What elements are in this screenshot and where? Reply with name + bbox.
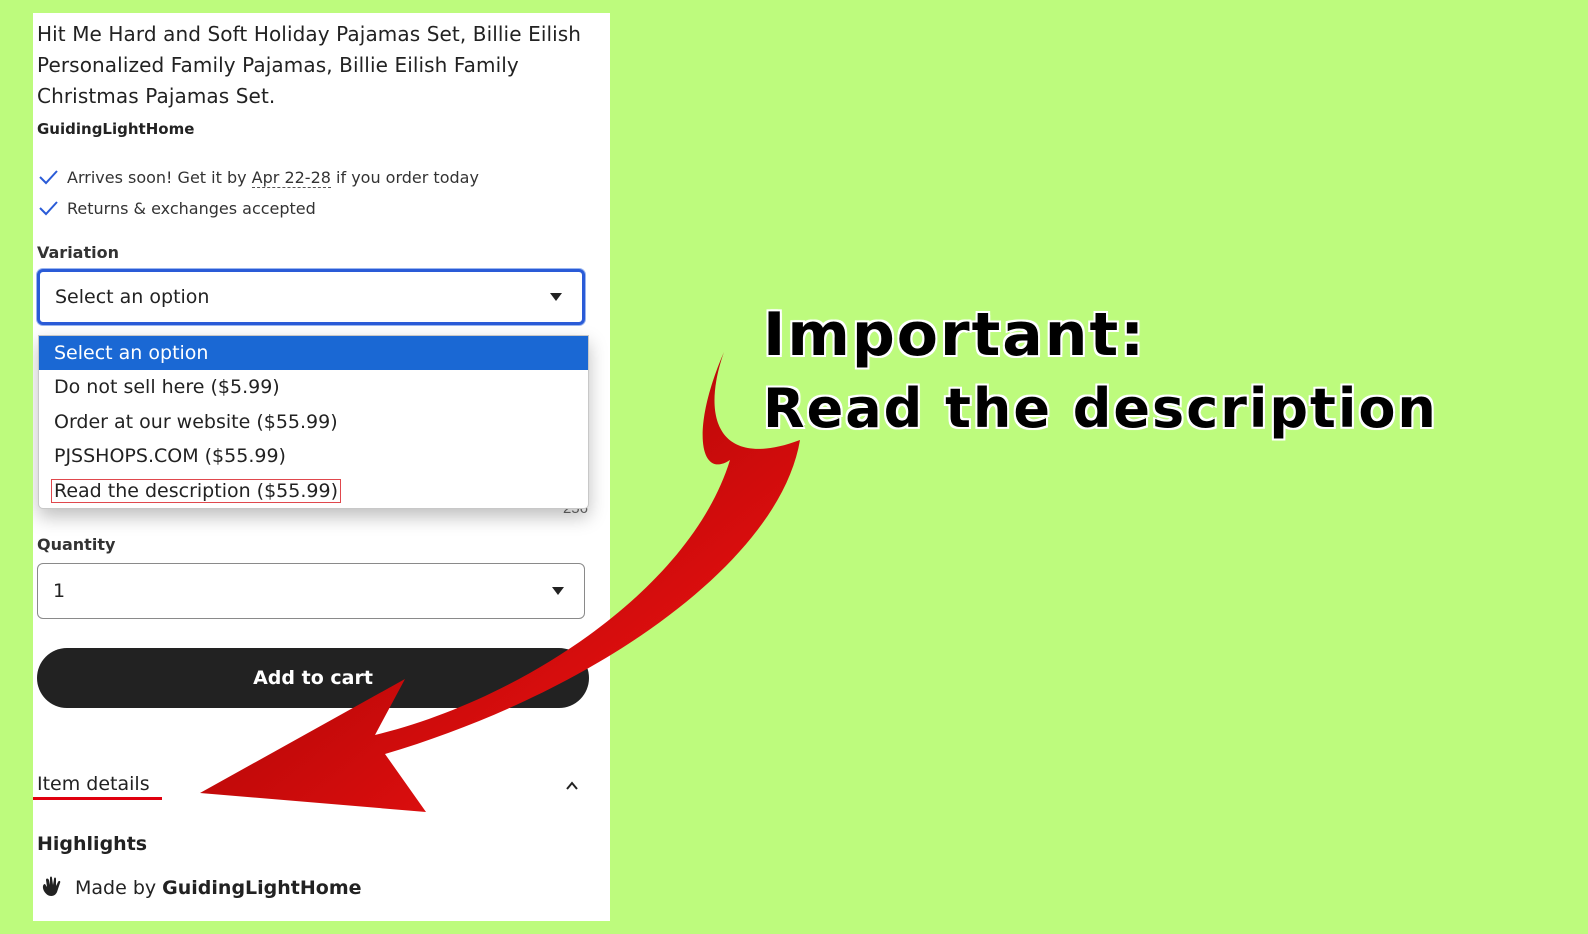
quantity-label: Quantity [37, 535, 116, 554]
add-to-cart-button[interactable]: Add to cart [37, 648, 589, 708]
product-title-line: Personalized Family Pajamas, Billie Eili… [37, 53, 519, 77]
dropdown-option[interactable]: Do not sell here ($5.99) [39, 370, 588, 404]
highlights-heading: Highlights [37, 833, 148, 855]
shop-name-link[interactable]: GuidingLightHome [37, 120, 194, 138]
made-by-shop-link[interactable]: GuidingLightHome [162, 877, 361, 899]
arrival-date[interactable]: Apr 22-28 [251, 167, 331, 188]
arrival-perk: Arrives soon! Get it by Apr 22-28 if you… [37, 165, 479, 189]
quantity-value: 1 [53, 580, 66, 602]
product-title: Hit Me Hard and Soft Holiday Pajamas Set… [37, 19, 597, 112]
hand-icon [42, 876, 61, 896]
arrival-suffix: if you order today [330, 167, 479, 187]
variation-dropdown-list[interactable]: Select an option Do not sell here ($5.99… [38, 335, 589, 509]
checkmark-icon [39, 170, 58, 185]
variation-label: Variation [37, 243, 119, 262]
product-panel: Hit Me Hard and Soft Holiday Pajamas Set… [33, 13, 610, 921]
chevron-up-icon[interactable] [565, 779, 579, 793]
made-by-prefix: Made by [75, 877, 163, 899]
quantity-select[interactable]: 1 [37, 563, 585, 619]
caret-down-icon [552, 587, 564, 595]
returns-text: Returns & exchanges accepted [67, 198, 316, 218]
checkmark-icon [39, 201, 58, 216]
red-underline [33, 797, 162, 800]
highlighted-option-label: Read the description ($55.99) [51, 478, 341, 503]
caret-down-icon [550, 293, 562, 301]
callout-heading: Important: [763, 300, 1147, 370]
dropdown-option-highlighted[interactable]: Read the description ($55.99) [39, 474, 588, 508]
variation-select[interactable]: Select an option [37, 269, 585, 325]
item-details-toggle[interactable]: Item details [37, 773, 150, 795]
variation-selected-value: Select an option [55, 286, 210, 308]
dropdown-option[interactable]: Select an option [39, 336, 588, 371]
made-by-row: Made by GuidingLightHome [39, 875, 362, 901]
returns-perk: Returns & exchanges accepted [37, 196, 316, 220]
dropdown-option[interactable]: PJSSHOPS.COM ($55.99) [39, 439, 588, 473]
product-title-line: Christmas Pajamas Set. [37, 84, 276, 108]
callout-subheading: Read the description [763, 377, 1438, 440]
product-title-line: Hit Me Hard and Soft Holiday Pajamas Set… [37, 22, 582, 46]
dropdown-option[interactable]: Order at our website ($55.99) [39, 405, 588, 439]
arrival-prefix: Arrives soon! Get it by [67, 167, 252, 187]
